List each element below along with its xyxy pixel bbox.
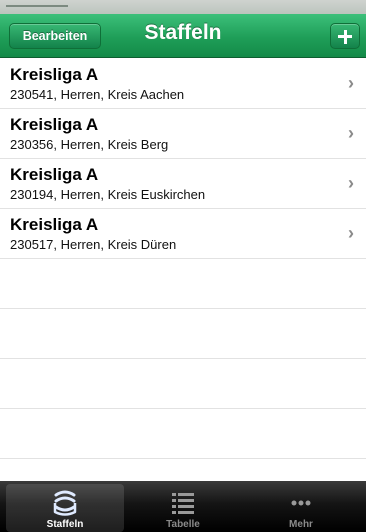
tab-label: Mehr xyxy=(289,519,313,530)
list-icon xyxy=(172,493,194,514)
more-icon xyxy=(291,500,311,506)
staffeln-list: Kreisliga A 230541, Herren, Kreis Aachen… xyxy=(0,59,366,459)
item-subtitle: 230356, Herren, Kreis Berg xyxy=(10,137,169,152)
item-title: Kreisliga A xyxy=(10,215,99,234)
item-title: Kreisliga A xyxy=(10,165,99,184)
empty-row xyxy=(0,409,366,459)
list-item[interactable]: Kreisliga A 230541, Herren, Kreis Aachen… xyxy=(0,59,366,109)
item-subtitle: 230541, Herren, Kreis Aachen xyxy=(10,87,185,102)
list-item[interactable]: Kreisliga A 230517, Herren, Kreis Düren … xyxy=(0,209,366,259)
tab-bar: Staffeln Tabelle Mehr xyxy=(0,481,366,532)
list-item[interactable]: Kreisliga A 230194, Herren, Kreis Euskir… xyxy=(0,159,366,209)
item-title: Kreisliga A xyxy=(10,65,99,84)
item-subtitle: 230194, Herren, Kreis Euskirchen xyxy=(10,187,206,202)
tab-label: Tabelle xyxy=(166,519,200,530)
tab-label: Staffeln xyxy=(46,519,84,530)
tab-mehr[interactable]: Mehr xyxy=(242,484,360,532)
item-title: Kreisliga A xyxy=(10,115,99,134)
chevron-right-icon: › xyxy=(348,73,354,93)
empty-row xyxy=(0,259,366,309)
chevron-right-icon: › xyxy=(348,123,354,143)
chevron-right-icon: › xyxy=(348,223,354,243)
list-item[interactable]: Kreisliga A 230356, Herren, Kreis Berg › xyxy=(0,109,366,159)
item-subtitle: 230517, Herren, Kreis Düren xyxy=(10,237,177,252)
navigation-bar: Bearbeiten Staffeln xyxy=(0,14,366,58)
status-indicator xyxy=(6,5,68,7)
tab-staffeln[interactable]: Staffeln xyxy=(6,484,124,532)
layers-icon xyxy=(53,490,77,516)
add-button[interactable] xyxy=(330,23,360,49)
empty-row xyxy=(0,359,366,409)
tab-tabelle[interactable]: Tabelle xyxy=(124,484,242,532)
page-title: Staffeln xyxy=(144,21,222,44)
empty-row xyxy=(0,309,366,359)
chevron-right-icon: › xyxy=(348,173,354,193)
